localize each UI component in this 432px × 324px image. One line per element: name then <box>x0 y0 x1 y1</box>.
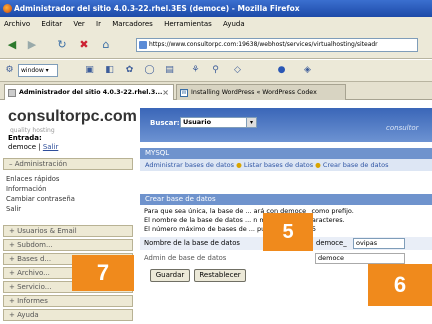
reload-icon[interactable]: ↻ <box>54 37 70 53</box>
description-line-1: Para que sea única, la base de ... ará c… <box>144 207 354 215</box>
sidebar-item-cambiar[interactable]: Cambiar contraseña <box>6 195 75 204</box>
bullet-icon: ● <box>236 161 242 169</box>
close-icon[interactable]: × <box>162 85 169 100</box>
step-badge-6: 6 <box>368 264 432 306</box>
step-badge-7: 7 <box>72 255 134 291</box>
db-name-input[interactable]: ovipas <box>353 238 405 249</box>
brand-text: consultor <box>386 124 419 132</box>
wordpress-icon: W <box>180 89 188 97</box>
chevron-down-icon[interactable]: ▾ <box>246 117 257 128</box>
menu-marcadores[interactable]: Marcadores <box>112 20 153 28</box>
reset-button[interactable]: Restablecer <box>194 269 246 282</box>
mysql-subnav: Administrar bases de datos ● Listar base… <box>140 159 432 171</box>
step-badge-5: 5 <box>263 213 313 251</box>
tab-wordpress[interactable]: W Installing WordPress « WordPress Codex <box>176 84 346 100</box>
menu-herramientas[interactable]: Herramientas <box>164 20 212 28</box>
menu-ir[interactable]: Ir <box>96 20 101 28</box>
db-prefix: democe_ <box>316 239 347 247</box>
mysql-title: MYSQL <box>140 148 432 159</box>
tab-bar: Administrador del sitio 4.0.3-22.rhel.3.… <box>0 82 432 100</box>
stop-icon[interactable]: ✖ <box>76 37 92 53</box>
subnav-listar[interactable]: Listar bases de datos <box>244 161 313 169</box>
entrada-label: Entrada: <box>8 134 42 142</box>
tab-admin-label: Administrador del sitio 4.0.3-22.rhel.3.… <box>19 89 163 96</box>
sidebar: – Administración Enlaces rápidos Informa… <box>0 156 136 324</box>
sidebar-item-enlaces[interactable]: Enlaces rápidos <box>6 175 59 184</box>
db-admin-label: Admin de base de datos <box>144 254 227 262</box>
info-icon[interactable]: ● <box>276 65 287 76</box>
menu-ayuda[interactable]: Ayuda <box>223 20 245 28</box>
tool-icon-1[interactable]: ▣ <box>84 65 95 76</box>
tool-icon-3[interactable]: ✿ <box>124 65 135 76</box>
site-logo: consultorpc.com <box>8 108 137 125</box>
tool-icon-7[interactable]: ◇ <box>232 65 243 76</box>
tool-icon-6[interactable]: ⚘ <box>190 65 201 76</box>
forward-icon[interactable]: ▶ <box>24 37 40 53</box>
extra-toolbar: ⚙ window ▾ ▣ ◧ ✿ ◯ ▤ ⚘ ⚲ ◇ ● ◈ <box>0 60 432 82</box>
window-select[interactable]: window ▾ <box>18 64 58 77</box>
tab-wordpress-label: Installing WordPress « WordPress Codex <box>191 89 317 96</box>
search-select[interactable]: Usuario <box>180 117 248 128</box>
navigation-toolbar: ◀ ▶ ↻ ✖ ⌂ https://www.consultorpc.com:19… <box>0 31 432 59</box>
sidebar-subdominios[interactable]: + Subdom... <box>3 239 133 251</box>
page-icon <box>139 41 147 49</box>
tab-favicon <box>8 89 16 97</box>
address-url: https://www.consultorpc.com:19638/webhos… <box>149 41 378 48</box>
back-icon[interactable]: ◀ <box>4 37 20 53</box>
site-tagline: quality hosting <box>10 127 55 134</box>
tool-icon-8[interactable]: ◈ <box>302 65 313 76</box>
user-line: democe | Salir <box>8 143 59 151</box>
window-title: Administrador del sitio 4.0.3-22.rhel.3E… <box>14 4 300 13</box>
username: democe <box>8 143 37 151</box>
home-icon[interactable]: ⌂ <box>98 37 114 53</box>
search-icon[interactable]: ⚲ <box>210 65 221 76</box>
sidebar-item-informacion[interactable]: Información <box>6 185 46 194</box>
firefox-icon <box>3 4 12 13</box>
sidebar-ayuda[interactable]: + Ayuda <box>3 309 133 321</box>
subnav-administrar[interactable]: Administrar bases de datos <box>145 161 234 169</box>
menu-ver[interactable]: Ver <box>73 20 84 28</box>
bullet-icon: ● <box>315 161 321 169</box>
logout-link[interactable]: Salir <box>43 143 59 151</box>
description-line-2: El nombre de la base de datos ... n máxi… <box>144 216 345 224</box>
db-name-label: Nombre de la base de datos <box>144 239 240 247</box>
tool-icon-4[interactable]: ◯ <box>144 65 155 76</box>
menu-editar[interactable]: Editar <box>41 20 62 28</box>
section-title: Crear base de datos <box>140 194 432 205</box>
address-bar[interactable]: https://www.consultorpc.com:19638/webhos… <box>136 38 418 52</box>
tool-icon-5[interactable]: ▤ <box>164 65 175 76</box>
menu-bar: Archivo Editar Ver Ir Marcadores Herrami… <box>0 17 432 31</box>
db-admin-field[interactable]: democe <box>315 253 405 264</box>
tab-admin[interactable]: Administrador del sitio 4.0.3-22.rhel.3.… <box>4 84 174 100</box>
subnav-crear[interactable]: Crear base de datos <box>323 161 389 169</box>
sidebar-item-salir[interactable]: Salir <box>6 205 21 214</box>
tool-icon-2[interactable]: ◧ <box>104 65 115 76</box>
gear-icon[interactable]: ⚙ <box>4 65 15 76</box>
menu-archivo[interactable]: Archivo <box>4 20 30 28</box>
browser-window: Administrador del sitio 4.0.3-22.rhel.3E… <box>0 0 432 324</box>
sidebar-informes[interactable]: + Informes <box>3 295 133 307</box>
title-bar: Administrador del sitio 4.0.3-22.rhel.3E… <box>0 0 432 17</box>
sidebar-admin-header[interactable]: – Administración <box>3 158 133 170</box>
save-button[interactable]: Guardar <box>150 269 190 282</box>
sidebar-usuarios[interactable]: + Usuarios & Email <box>3 225 133 237</box>
search-label: Buscar: <box>150 119 180 127</box>
